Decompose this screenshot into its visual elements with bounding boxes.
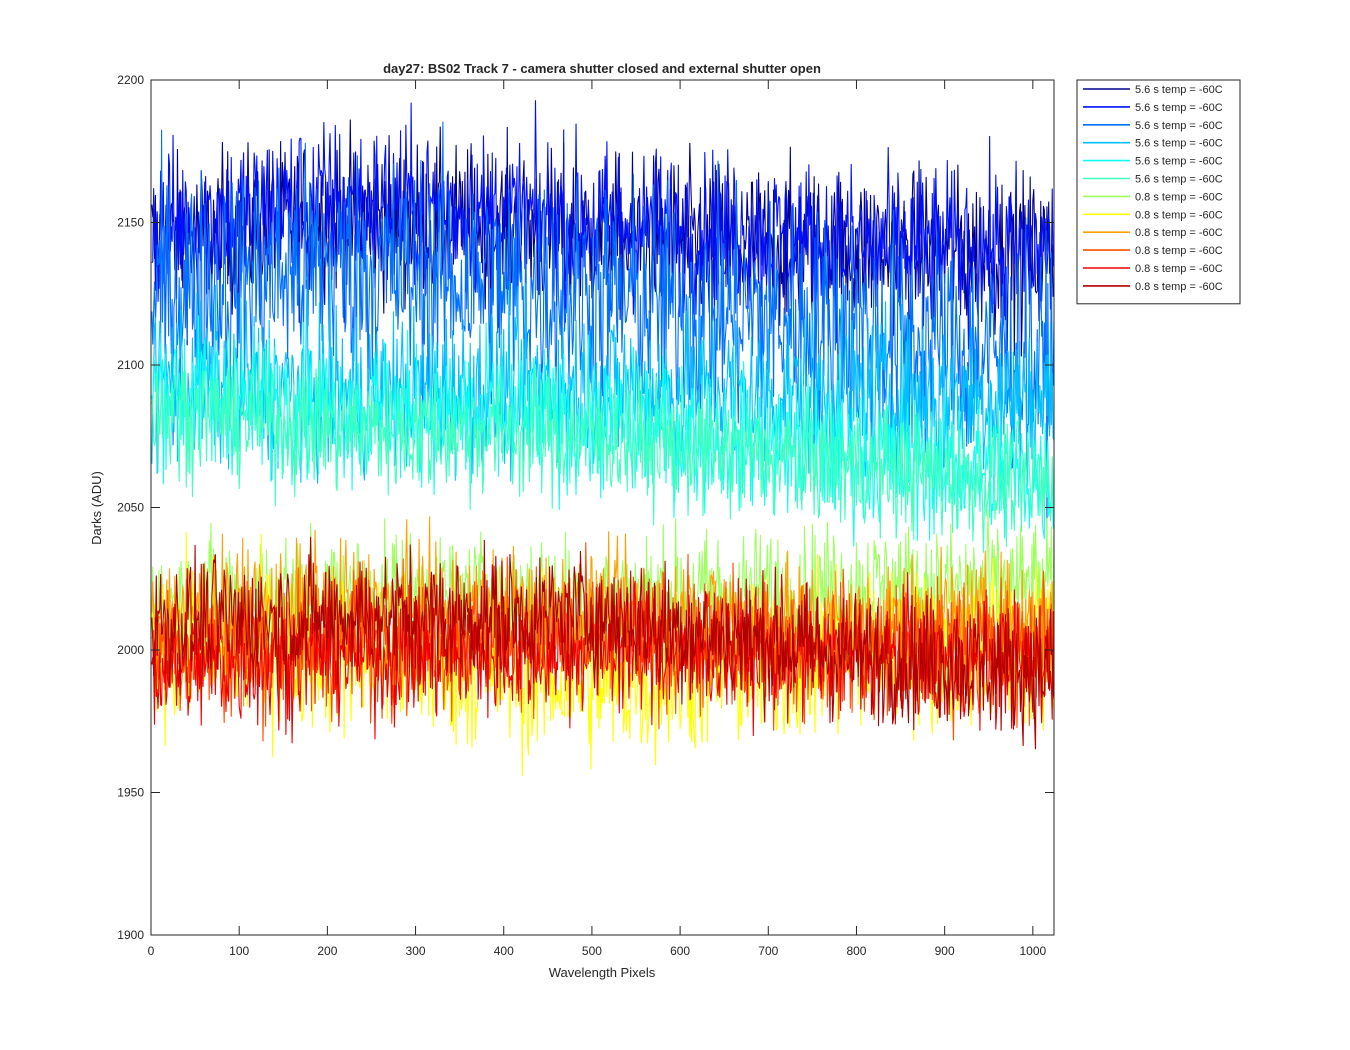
legend-entry: 5.6 s temp = -60C — [1135, 156, 1223, 168]
x-axis-label: Wavelength Pixels — [549, 965, 656, 980]
chart-title: day27: BS02 Track 7 - camera shutter clo… — [383, 61, 821, 76]
y-tick-label: 1900 — [117, 928, 144, 942]
legend-entry: 0.8 s temp = -60C — [1135, 245, 1223, 257]
y-tick-label: 2200 — [117, 73, 144, 87]
x-tick-label: 300 — [406, 944, 426, 958]
legend-entry: 5.6 s temp = -60C — [1135, 84, 1223, 96]
y-tick-label: 2100 — [117, 358, 144, 372]
legend: 5.6 s temp = -60C 5.6 s temp = -60C 5.6 s … — [1076, 79, 1241, 305]
y-tick-label: 2150 — [117, 216, 144, 230]
x-tick-label: 500 — [582, 944, 602, 958]
x-tick-label: 400 — [494, 944, 514, 958]
legend-entry: 5.6 s temp = -60C — [1135, 102, 1223, 114]
y-tick-label: 1950 — [117, 786, 144, 800]
legend-entry: 0.8 s temp = -60C — [1135, 281, 1223, 293]
y-axis-label: Darks (ADU) — [89, 471, 104, 545]
legend-entry: 5.6 s temp = -60C — [1135, 174, 1223, 186]
chart: 0 100 200 300 400 500 600 700 800 900 1000 1900 195… — [0, 0, 1350, 1050]
legend-entry: 0.8 s temp = -60C — [1135, 191, 1223, 203]
legend-entry: 5.6 s temp = -60C — [1135, 120, 1223, 132]
x-tick-label: 600 — [670, 944, 690, 958]
x-tick-label: 200 — [317, 944, 337, 958]
legend-entry: 0.8 s temp = -60C — [1135, 227, 1223, 239]
legend-entry: 0.8 s temp = -60C — [1135, 263, 1223, 275]
y-tick-label: 2050 — [117, 501, 144, 515]
legend-entry: 0.8 s temp = -60C — [1135, 209, 1223, 221]
x-tick-label: 0 — [148, 944, 155, 958]
x-tick-label: 1000 — [1019, 944, 1046, 958]
x-tick-label: 900 — [935, 944, 955, 958]
y-tick-label: 2000 — [117, 643, 144, 657]
x-tick-label: 800 — [846, 944, 866, 958]
x-tick-label: 100 — [229, 944, 249, 958]
legend-entry: 5.6 s temp = -60C — [1135, 138, 1223, 150]
x-tick-label: 700 — [758, 944, 778, 958]
